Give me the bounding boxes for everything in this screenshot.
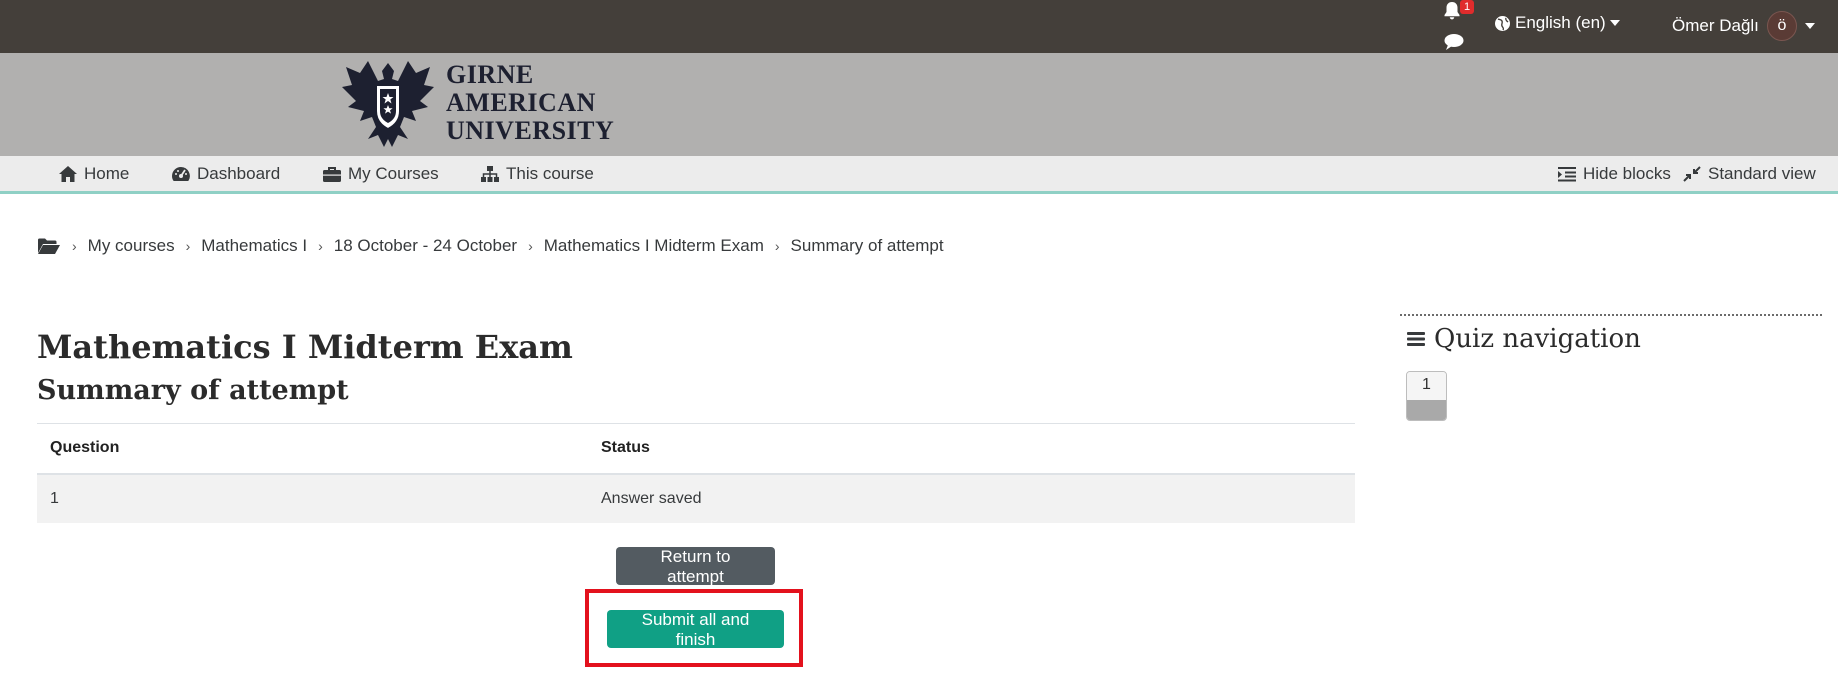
indent-icon bbox=[1557, 165, 1577, 183]
breadcrumb-item-my-courses[interactable]: My courses bbox=[88, 236, 175, 256]
eagle-emblem-icon bbox=[338, 55, 438, 151]
nav-dashboard-label: Dashboard bbox=[197, 163, 281, 183]
standard-view-button[interactable]: Standard view bbox=[1682, 156, 1816, 191]
hide-blocks-label: Hide blocks bbox=[1583, 163, 1671, 183]
page-title: Mathematics I Midterm Exam bbox=[37, 328, 573, 366]
nav-home[interactable]: Home bbox=[58, 156, 129, 191]
nav-this-course[interactable]: This course bbox=[480, 156, 594, 191]
nav-this-course-label: This course bbox=[506, 163, 594, 183]
notification-badge: 1 bbox=[1460, 0, 1474, 14]
breadcrumb-item-current: Summary of attempt bbox=[790, 236, 944, 255]
page-subtitle: Summary of attempt bbox=[37, 375, 349, 406]
breadcrumb-item-quiz[interactable]: Mathematics I Midterm Exam bbox=[544, 236, 764, 256]
column-header-status: Status bbox=[591, 423, 1355, 475]
question-number-cell[interactable]: 1 bbox=[37, 473, 591, 523]
site-banner bbox=[0, 53, 1838, 156]
return-to-attempt-button[interactable]: Return to attempt bbox=[616, 547, 775, 586]
chevron-down-icon bbox=[1609, 20, 1620, 26]
breadcrumb-item-section[interactable]: 18 October - 24 October bbox=[334, 236, 517, 256]
chevron-down-icon bbox=[1804, 23, 1815, 29]
logo-text-line1: GIRNE bbox=[446, 60, 534, 89]
course-navbar: Home Dashboard My Courses This course Hi… bbox=[0, 156, 1838, 194]
table-header-row: Question Status bbox=[37, 423, 1355, 475]
nav-dashboard[interactable]: Dashboard bbox=[171, 156, 280, 191]
hide-blocks-button[interactable]: Hide blocks bbox=[1557, 156, 1671, 191]
quiz-navigation-title: Quiz navigation bbox=[1434, 324, 1641, 354]
language-label: English (en) bbox=[1515, 13, 1606, 32]
bars-icon bbox=[1406, 330, 1426, 348]
breadcrumb-separator-icon: › bbox=[774, 238, 780, 254]
home-icon bbox=[58, 165, 78, 183]
folder-open-icon[interactable] bbox=[37, 237, 61, 255]
quiz-question-button[interactable]: 1 bbox=[1406, 371, 1447, 421]
site-logo[interactable]: GIRNE AMERICAN UNIVERSITY bbox=[338, 55, 614, 151]
nav-my-courses-label: My Courses bbox=[348, 163, 439, 183]
dashboard-gauge-icon bbox=[171, 165, 191, 183]
column-header-question: Question bbox=[37, 423, 591, 475]
globe-icon bbox=[1494, 15, 1511, 32]
user-menu[interactable]: Ömer Dağlı ö bbox=[1672, 11, 1815, 41]
question-answered-indicator bbox=[1407, 400, 1446, 420]
attempt-summary-table: Question Status 1 Answer saved bbox=[37, 423, 1355, 523]
breadcrumb-separator-icon: › bbox=[318, 238, 323, 254]
logo-text-line2: AMERICAN bbox=[446, 88, 596, 117]
briefcase-icon bbox=[322, 165, 342, 183]
nav-my-courses[interactable]: My Courses bbox=[322, 156, 439, 191]
sitemap-icon bbox=[480, 165, 500, 183]
breadcrumb-separator-icon: › bbox=[72, 238, 77, 254]
messages-icon[interactable] bbox=[1443, 33, 1465, 51]
breadcrumb-separator-icon: › bbox=[185, 238, 191, 254]
breadcrumb: › My courses › Mathematics I › 18 Octobe… bbox=[37, 236, 944, 256]
quiz-question-number: 1 bbox=[1407, 372, 1446, 400]
quiz-navigation-block: Quiz navigation 1 bbox=[1400, 314, 1822, 421]
standard-view-label: Standard view bbox=[1708, 163, 1816, 183]
nav-home-label: Home bbox=[84, 163, 130, 183]
table-row: 1 Answer saved bbox=[37, 473, 1355, 523]
submit-all-and-finish-button[interactable]: Submit all and finish bbox=[607, 610, 784, 649]
top-navbar: 1 English (en) Ömer Dağlı ö bbox=[0, 0, 1838, 53]
logo-text-line3: UNIVERSITY bbox=[446, 116, 615, 145]
language-menu[interactable]: English (en) bbox=[1494, 13, 1620, 33]
breadcrumb-item-course[interactable]: Mathematics I bbox=[201, 236, 307, 256]
avatar: ö bbox=[1766, 11, 1797, 41]
user-name: Ömer Dağlı bbox=[1672, 16, 1759, 35]
status-cell: Answer saved bbox=[591, 473, 1355, 523]
compress-icon bbox=[1682, 165, 1702, 183]
breadcrumb-separator-icon: › bbox=[528, 238, 533, 254]
